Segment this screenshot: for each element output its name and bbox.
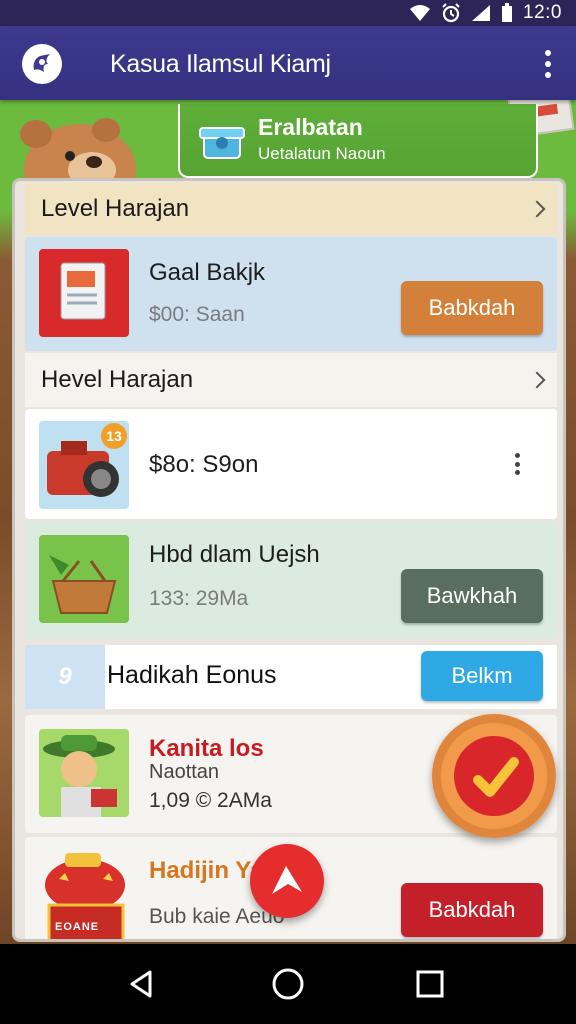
home-button[interactable]	[268, 964, 308, 1004]
basket-icon	[39, 535, 129, 623]
bawkhah-button[interactable]: Bawkhah	[401, 569, 543, 623]
list-item-camera[interactable]: 13 $8o: S9on	[25, 409, 557, 519]
back-button[interactable]	[122, 964, 162, 1004]
section-header-hevel[interactable]: Hevel Harajan	[25, 353, 557, 407]
babkdah-button[interactable]: Babkdah	[401, 883, 543, 937]
bonus-title: Hadikah Eonus	[107, 661, 277, 689]
app-title: Kasua Ilamsul Kiamj	[110, 50, 331, 78]
check-seal-button[interactable]	[432, 714, 556, 838]
card-title: Hbd dlam Uejsh	[149, 541, 320, 568]
home-icon	[272, 968, 304, 1000]
more-options-icon[interactable]	[515, 453, 521, 475]
section-title: Level Harajan	[41, 195, 190, 222]
babkdah-button[interactable]: Babkdah	[401, 281, 543, 335]
card-meta: $00: Saan	[149, 303, 245, 326]
promo-subtitle: Uetalatun Naoun	[258, 144, 386, 163]
list-item-gaal[interactable]: Gaal Bakjk $00: Saan Babkdah	[25, 237, 557, 351]
status-time: 12:0	[523, 2, 562, 23]
character-icon	[39, 729, 129, 817]
card-meta: 1,09 © 2AMa	[149, 789, 272, 812]
recents-button[interactable]	[410, 964, 450, 1004]
promo-title: Eralbatan	[258, 114, 363, 140]
arrow-icon	[272, 866, 302, 894]
app-logo-icon[interactable]	[22, 44, 62, 84]
app-bar: Kasua Ilamsul Kiamj	[0, 26, 576, 100]
system-nav-bar	[0, 944, 576, 1024]
treasure-pot-icon: EOANE	[39, 849, 135, 939]
card-meta: $8o: S9on	[149, 451, 259, 478]
belkm-button[interactable]: Belkm	[421, 651, 543, 701]
card-title: Kanita los	[149, 735, 264, 762]
section-header-level[interactable]: Level Harajan	[25, 183, 557, 235]
card-subtitle: Naottan	[149, 761, 220, 783]
back-icon	[130, 970, 152, 998]
action-fab[interactable]	[250, 844, 324, 918]
camera-icon: 13	[39, 421, 129, 509]
promo-banner[interactable]: Eralbatan Uetalatun Naoun	[178, 104, 538, 178]
card-title: Gaal Bakjk	[149, 259, 266, 286]
card-title: Hadijin Ya	[149, 857, 264, 884]
chevron-right-icon	[528, 371, 546, 389]
section-title: Hevel Harajan	[41, 366, 194, 393]
document-icon	[39, 249, 129, 337]
badge-count: 13	[101, 423, 127, 449]
wifi-icon	[410, 5, 431, 21]
status-bar: 12:0	[0, 0, 576, 26]
pot-label: EOANE	[55, 921, 100, 933]
alarm-icon	[442, 3, 460, 23]
check-seal-icon	[454, 736, 534, 816]
overflow-menu-icon[interactable]	[536, 46, 560, 82]
signal-icon	[472, 5, 491, 21]
gift-box-icon	[199, 127, 245, 159]
card-meta: 133: 29Ma	[149, 587, 249, 610]
recents-icon	[416, 970, 444, 998]
list-item-hbd[interactable]: Hbd dlam Uejsh 133: 29Ma Bawkhah	[25, 521, 557, 639]
bonus-row[interactable]: 9 Hadikah Eonus Belkm	[25, 645, 557, 709]
bonus-prefix: 9	[25, 645, 105, 709]
chevron-right-icon	[528, 200, 546, 218]
battery-icon	[502, 3, 513, 22]
